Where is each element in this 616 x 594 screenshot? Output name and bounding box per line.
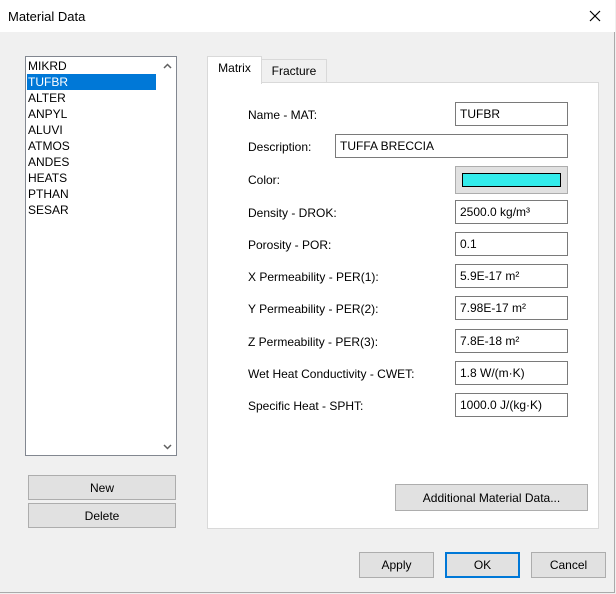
chevron-down-icon	[163, 443, 172, 450]
color-picker-button[interactable]	[455, 166, 568, 194]
list-item[interactable]: ALUVI	[27, 122, 156, 138]
title-bar: Material Data	[0, 0, 615, 32]
tab-fracture[interactable]: Fracture	[261, 59, 327, 83]
x-permeability-field[interactable]: 5.9E-17 m²	[455, 264, 568, 288]
close-button[interactable]	[575, 0, 615, 32]
z-permeability-label: Z Permeability - PER(3):	[248, 335, 379, 349]
density-label: Density - DROK:	[248, 206, 337, 220]
additional-material-data-button[interactable]: Additional Material Data...	[395, 484, 588, 511]
apply-button[interactable]: Apply	[359, 552, 434, 578]
list-item[interactable]: SESAR	[27, 202, 156, 218]
ok-button[interactable]: OK	[445, 552, 520, 578]
specific-heat-field[interactable]: 1000.0 J/(kg·K)	[455, 393, 568, 417]
density-field[interactable]: 2500.0 kg/m³	[455, 200, 568, 224]
specific-heat-label: Specific Heat - SPHT:	[248, 399, 364, 413]
z-permeability-field[interactable]: 7.8E-18 m²	[455, 329, 568, 353]
list-item[interactable]: ALTER	[27, 90, 156, 106]
porosity-field[interactable]: 0.1	[455, 232, 568, 256]
material-list-items: MIKRD TUFBR ALTER ANPYL ALUVI ATMOS ANDES HEATS…	[27, 58, 156, 218]
chevron-up-icon	[163, 62, 172, 69]
cwet-field[interactable]: 1.8 W/(m·K)	[455, 361, 568, 385]
material-data-dialog: Material Data MIKRD TUFBR ALTER ANPYL ALUVI A…	[0, 0, 615, 593]
material-list[interactable]: MIKRD TUFBR ALTER ANPYL ALUVI ATMOS ANDES HEATS…	[25, 56, 177, 456]
y-permeability-label: Y Permeability - PER(2):	[248, 302, 379, 316]
window-title: Material Data	[8, 9, 86, 24]
name-field[interactable]: TUFBR	[455, 102, 568, 126]
list-item[interactable]: ANPYL	[27, 106, 156, 122]
tab-matrix[interactable]: Matrix	[207, 56, 262, 84]
list-item[interactable]: PTHAN	[27, 186, 156, 202]
list-item[interactable]: ATMOS	[27, 138, 156, 154]
new-button[interactable]: New	[28, 475, 176, 500]
scroll-up-button[interactable]	[159, 57, 176, 74]
scroll-down-button[interactable]	[159, 438, 176, 455]
close-icon	[589, 10, 601, 22]
list-item[interactable]: ANDES	[27, 154, 156, 170]
list-item[interactable]: HEATS	[27, 170, 156, 186]
cwet-label: Wet Heat Conductivity - CWET:	[248, 367, 415, 381]
name-label: Name - MAT:	[248, 108, 318, 122]
list-item[interactable]: MIKRD	[27, 58, 156, 74]
description-label: Description:	[248, 140, 312, 154]
delete-button[interactable]: Delete	[28, 503, 176, 528]
y-permeability-field[interactable]: 7.98E-17 m²	[455, 296, 568, 320]
material-list-scrollbar[interactable]	[159, 57, 176, 455]
list-item[interactable]: TUFBR	[27, 74, 156, 90]
x-permeability-label: X Permeability - PER(1):	[248, 270, 379, 284]
description-field[interactable]: TUFFA BRECCIA	[335, 134, 568, 158]
cancel-button[interactable]: Cancel	[531, 552, 606, 578]
porosity-label: Porosity - POR:	[248, 238, 332, 252]
color-swatch	[462, 173, 561, 187]
color-label: Color:	[248, 173, 281, 187]
